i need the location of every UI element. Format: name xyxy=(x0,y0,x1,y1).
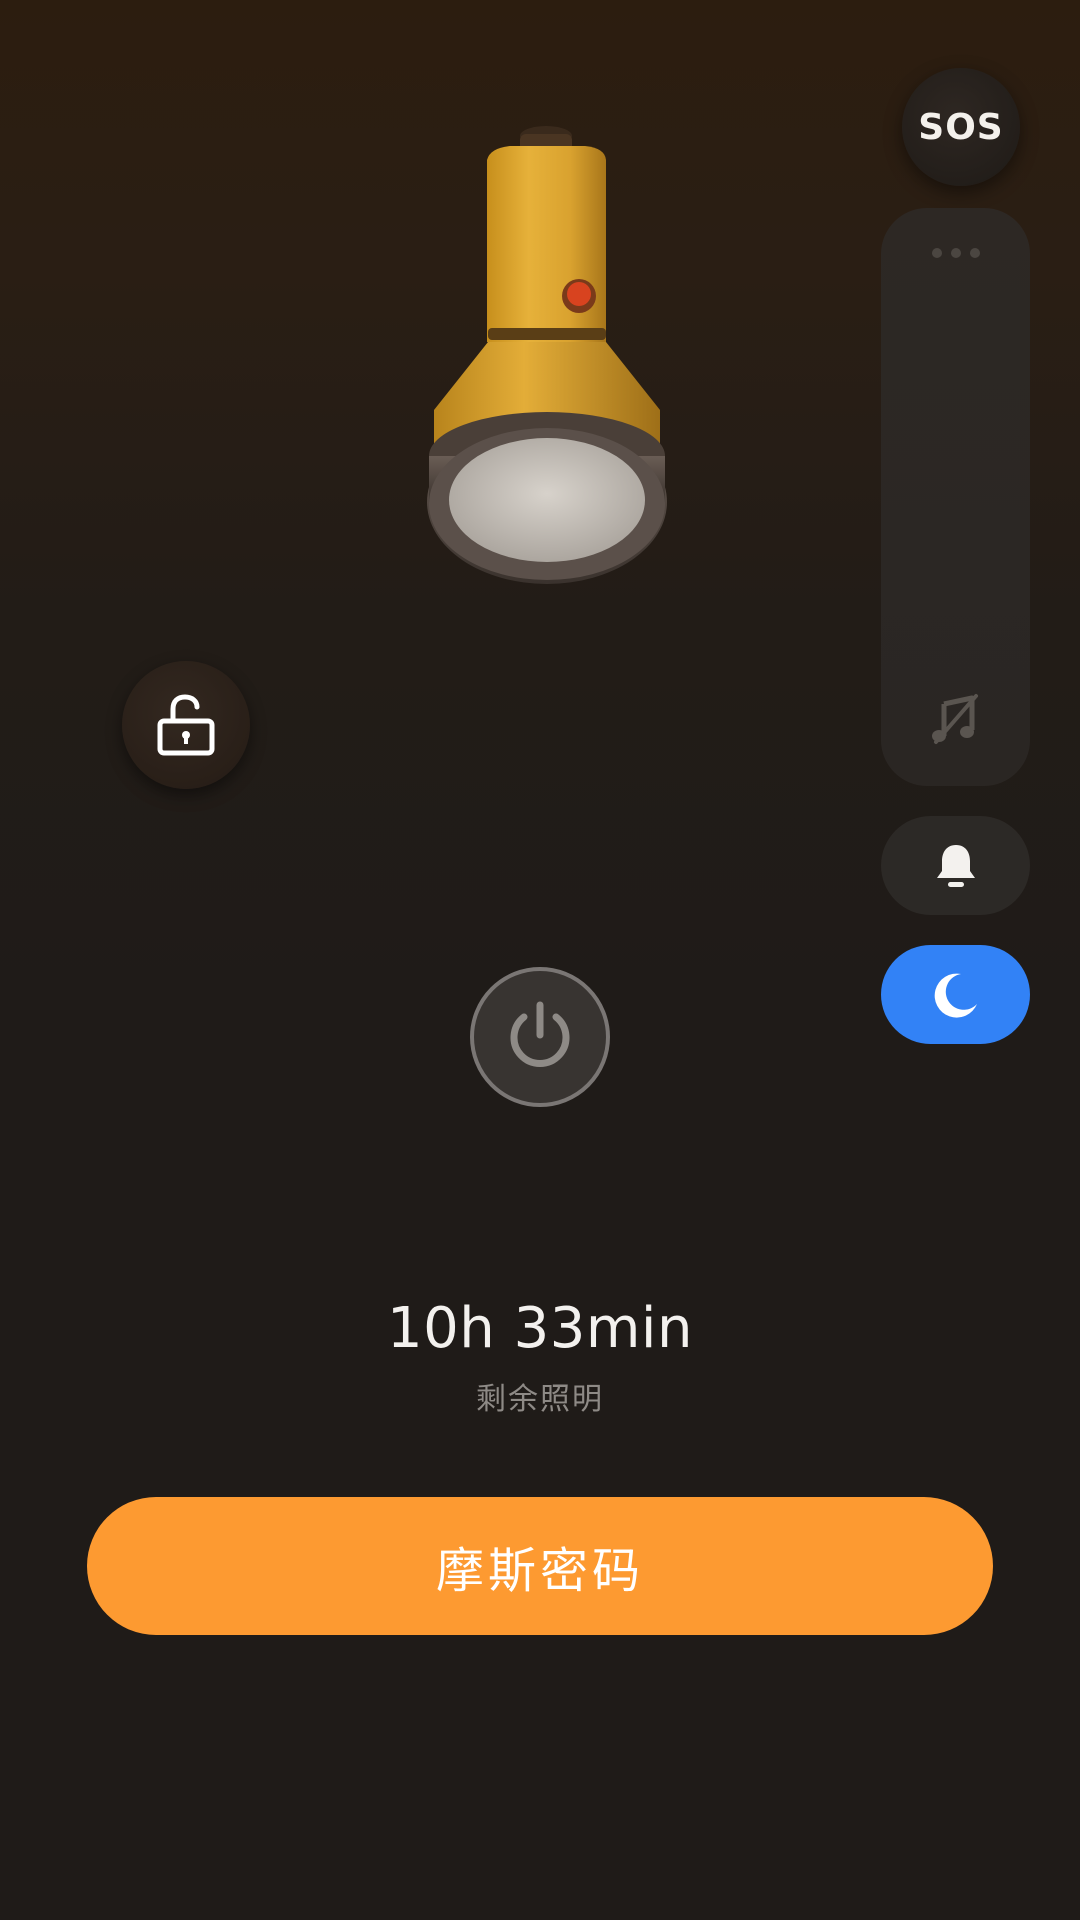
bell-icon xyxy=(936,844,975,887)
flashlight-illustration xyxy=(420,120,680,590)
power-icon xyxy=(510,1001,570,1067)
night-mode-button[interactable] xyxy=(881,945,1030,1044)
sos-button[interactable]: SOS xyxy=(902,68,1020,186)
moon-icon xyxy=(934,973,977,1018)
unlock-icon xyxy=(157,694,215,756)
power-button[interactable] xyxy=(470,967,610,1107)
remaining-label: 剩余照明 xyxy=(476,1382,604,1417)
morse-code-button[interactable]: 摩斯密码 xyxy=(87,1497,993,1635)
morse-code-label: 摩斯密码 xyxy=(435,1543,644,1599)
brightness-slider[interactable] xyxy=(881,208,1030,786)
bell-button[interactable] xyxy=(881,816,1030,915)
music-off-icon[interactable] xyxy=(928,692,984,748)
sos-label: SOS xyxy=(918,106,1004,148)
lock-button[interactable] xyxy=(122,661,250,789)
remaining-time: 10h 33min xyxy=(387,1296,693,1361)
more-dots-icon xyxy=(931,248,980,258)
